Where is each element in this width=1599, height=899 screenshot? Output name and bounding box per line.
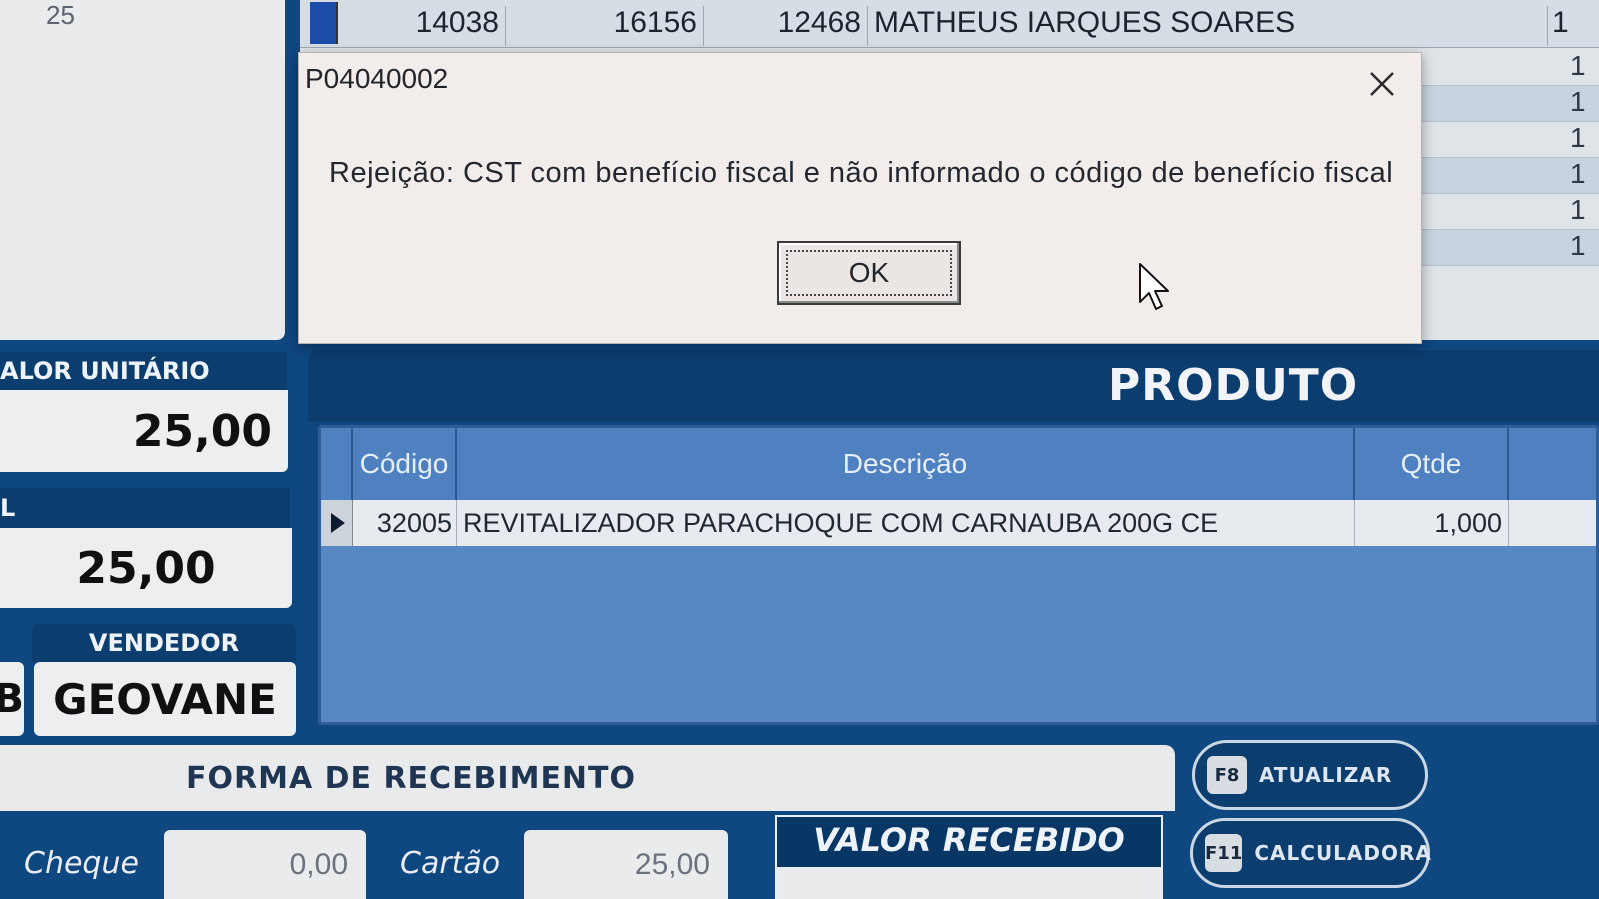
list-item: 1 bbox=[1420, 158, 1599, 194]
vendedor-code-field: B bbox=[0, 662, 24, 736]
cell-qtde: 1,000 bbox=[1355, 500, 1509, 546]
list-item: 1 bbox=[1420, 230, 1599, 266]
valor-unitario-field: 25,00 bbox=[0, 390, 288, 472]
table-header: Código Descrição Qtde bbox=[321, 428, 1596, 500]
quantity-panel: 25 bbox=[0, 0, 285, 340]
vendedor-field: GEOVANE bbox=[34, 662, 296, 736]
dialog-title: P04040002 bbox=[305, 63, 449, 94]
grid-right-strip: 1 1 1 1 1 1 bbox=[1420, 50, 1599, 340]
atualizar-label: ATUALIZAR bbox=[1259, 763, 1393, 787]
column-header-descricao[interactable]: Descrição bbox=[457, 428, 1355, 500]
cheque-field[interactable]: 0,00 bbox=[164, 830, 366, 899]
list-item: 1 bbox=[1420, 50, 1599, 86]
ok-button-label: OK bbox=[786, 250, 952, 296]
row-pointer-icon bbox=[321, 500, 353, 546]
valor-recebido-field[interactable] bbox=[777, 867, 1161, 899]
f11-key-icon: F11 bbox=[1205, 834, 1243, 872]
grid-cell: 1 bbox=[1552, 6, 1569, 39]
produto-title: PRODUTO bbox=[1108, 360, 1359, 411]
grid-cell: 12468 bbox=[704, 6, 868, 46]
grid-cell: 14038 bbox=[340, 6, 506, 46]
dialog-message: Rejeição: CST com benefício fiscal e não… bbox=[329, 157, 1394, 189]
calculadora-button[interactable]: F11 CALCULADORA bbox=[1190, 818, 1432, 888]
calculadora-label: CALCULADORA bbox=[1254, 841, 1432, 865]
table-row[interactable]: 32005 REVITALIZADOR PARACHOQUE COM CARNA… bbox=[321, 500, 1596, 546]
cheque-label: Cheque bbox=[24, 846, 139, 881]
product-table: Código Descrição Qtde 32005 REVITALIZADO… bbox=[318, 425, 1599, 725]
produto-header: PRODUTO bbox=[308, 350, 1599, 422]
column-header-qtde[interactable]: Qtde bbox=[1355, 428, 1509, 500]
ok-button[interactable]: OK bbox=[777, 241, 961, 305]
list-item: 1 bbox=[1420, 122, 1599, 158]
forma-recebimento-title: FORMA DE RECEBIMENTO bbox=[186, 761, 637, 796]
cartao-label: Cartão bbox=[400, 846, 501, 881]
column-header-codigo[interactable]: Código bbox=[353, 428, 457, 500]
grid-cell-name: MATHEUS IARQUES SOARES bbox=[868, 6, 1548, 46]
close-icon[interactable] bbox=[1365, 67, 1399, 101]
valor-unitario-label: ALOR UNITÁRIO bbox=[0, 352, 287, 390]
cell-descricao: REVITALIZADOR PARACHOQUE COM CARNAUBA 20… bbox=[457, 500, 1355, 546]
valor-recebido-panel: VALOR RECEBIDO bbox=[775, 815, 1163, 899]
grid-cell: 16156 bbox=[506, 6, 704, 46]
f8-key-icon: F8 bbox=[1207, 756, 1247, 794]
header-indicator-cell bbox=[321, 428, 353, 500]
total-label: L bbox=[0, 488, 290, 528]
row-selected-marker bbox=[310, 2, 338, 44]
valor-recebido-label: VALOR RECEBIDO bbox=[813, 821, 1125, 859]
cell-codigo: 32005 bbox=[353, 500, 457, 546]
atualizar-button[interactable]: F8 ATUALIZAR bbox=[1192, 740, 1428, 810]
list-item: 1 bbox=[1420, 86, 1599, 122]
forma-recebimento-header: FORMA DE RECEBIMENTO bbox=[0, 745, 1175, 811]
total-field: 25,00 bbox=[0, 528, 292, 608]
cartao-field[interactable]: 25,00 bbox=[524, 830, 728, 899]
vendedor-label: VENDEDOR bbox=[32, 624, 296, 662]
list-item: 1 bbox=[1420, 194, 1599, 230]
quantity-value: 25 bbox=[46, 0, 75, 30]
mouse-pointer-icon bbox=[1138, 262, 1172, 312]
table-row[interactable]: 14038 16156 12468 MATHEUS IARQUES SOARES… bbox=[300, 0, 1599, 48]
rejection-dialog: P04040002 Rejeição: CST com benefício fi… bbox=[298, 52, 1422, 344]
